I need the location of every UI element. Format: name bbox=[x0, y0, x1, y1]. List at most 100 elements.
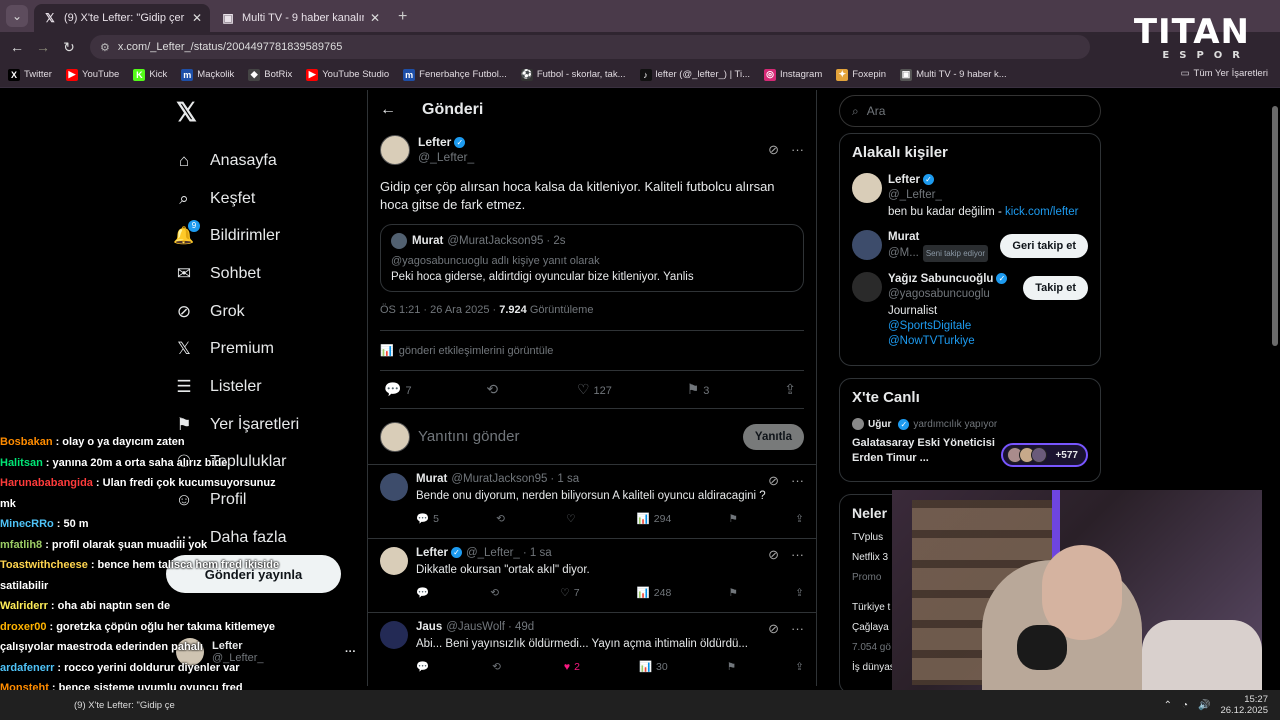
grok-icon[interactable]: ⊘ bbox=[768, 547, 779, 575]
quoted-post[interactable]: Murat @MuratJackson95 · 2s @yagosabuncuo… bbox=[380, 224, 804, 292]
reply-post[interactable]: Lefter ✓ @_Lefter_ · 1 sa ⊘ ··· Dikkatle okurs… bbox=[368, 539, 816, 613]
bookmark-item[interactable]: ▶ YouTube bbox=[65, 68, 119, 81]
repost-action[interactable]: ⟲ bbox=[490, 586, 503, 599]
bookmark-item[interactable]: ✦ Foxepin bbox=[836, 68, 886, 81]
tab-list-chevron-icon[interactable]: ⌄ bbox=[6, 5, 28, 27]
grok-icon[interactable]: ⊘ bbox=[768, 473, 779, 501]
more-dots-icon[interactable]: ··· bbox=[791, 621, 804, 649]
follow-button[interactable]: Geri takip et bbox=[1000, 234, 1088, 258]
browser-tab-active[interactable]: 𝕏 (9) X'te Lefter: "Gidip çer çöp al ✕ bbox=[34, 4, 210, 32]
nav-item-notifications[interactable]: 🔔 9 Bildirimler bbox=[170, 217, 360, 255]
repost-action[interactable]: ⟲ bbox=[486, 381, 502, 398]
repost-action[interactable]: ⟲ bbox=[496, 512, 509, 525]
follow-button[interactable]: Takip et bbox=[1023, 276, 1088, 300]
reply-author-name[interactable]: Jaus bbox=[416, 621, 442, 633]
related-person[interactable]: Lefter ✓ @_Lefter_ ben bu kadar değilim - k… bbox=[852, 173, 1088, 220]
all-bookmarks-folder[interactable]: ▭ Tüm Yer İşaretleri bbox=[1181, 68, 1268, 79]
bookmark-item[interactable]: ♪ lefter (@_lefter_) | Ti... bbox=[639, 68, 750, 81]
bookmark-item[interactable]: X Twitter bbox=[8, 68, 52, 81]
heart-action[interactable]: ♡ 7 bbox=[560, 586, 579, 599]
avatar[interactable] bbox=[380, 621, 408, 649]
share-action[interactable]: ⇪ bbox=[784, 381, 800, 398]
more-dots-icon[interactable]: ··· bbox=[791, 473, 804, 501]
reply-button[interactable]: Yanıtla bbox=[742, 423, 804, 450]
heart-action[interactable]: ♡ bbox=[566, 512, 579, 525]
search-input[interactable]: ⌕ Ara bbox=[839, 95, 1101, 127]
nav-item-grok[interactable]: ⊘ Grok bbox=[170, 293, 360, 331]
heart-action[interactable]: ♥ 2 bbox=[564, 660, 580, 673]
bookmark-action[interactable]: ⚑ bbox=[729, 512, 738, 525]
new-tab-plus-icon[interactable]: + bbox=[398, 8, 407, 26]
live-card[interactable]: X'te Canlı Uğur ✓ yardımcılık yapıyor Ga… bbox=[839, 378, 1101, 482]
bookmark-action[interactable]: ⚑ 3 bbox=[687, 381, 710, 398]
person-handle[interactable]: @yagosabuncuoglu bbox=[888, 288, 990, 300]
bookmark-action[interactable]: ⚑ bbox=[729, 586, 738, 599]
wifi-icon[interactable]: ◔ bbox=[1182, 700, 1188, 711]
avatar[interactable] bbox=[852, 272, 882, 302]
reply-author-name[interactable]: Lefter bbox=[416, 547, 448, 559]
person-handle[interactable]: @_Lefter_ bbox=[888, 189, 942, 201]
bookmark-item[interactable]: m Maçkolik bbox=[181, 68, 234, 81]
reply-author-handle[interactable]: @_Lefter_ bbox=[466, 547, 520, 559]
avatar[interactable] bbox=[852, 173, 882, 203]
avatar[interactable] bbox=[380, 547, 408, 575]
related-person[interactable]: Yağız Sabuncuoğlu ✓ @yagosabuncuoglu Journa… bbox=[852, 272, 1088, 349]
nav-item-lists[interactable]: ☰ Listeler bbox=[170, 368, 360, 406]
grok-icon[interactable]: ⊘ bbox=[768, 142, 779, 158]
share-action[interactable]: ⇪ bbox=[795, 660, 804, 673]
like-action[interactable]: ♡ 127 bbox=[577, 381, 612, 398]
person-handle[interactable]: @M... bbox=[888, 247, 919, 259]
close-tab-icon[interactable]: ✕ bbox=[370, 11, 380, 25]
nav-item-chat[interactable]: ✉ Sohbet bbox=[170, 255, 360, 293]
reply-action[interactable]: 💬 5 bbox=[416, 512, 439, 526]
more-dots-icon[interactable]: ··· bbox=[345, 646, 356, 658]
nav-item-home[interactable]: ⌂ Anasayfa bbox=[170, 142, 360, 180]
author-handle[interactable]: @_Lefter_ bbox=[418, 150, 474, 165]
url-bar[interactable]: ⚙ x.com/_Lefter_/status/2004497781839589… bbox=[90, 35, 1090, 59]
post-engagements-link[interactable]: 📊 gönderi etkileşimlerini görüntüle bbox=[380, 331, 804, 371]
site-info-icon[interactable]: ⚙ bbox=[100, 41, 110, 54]
views-action[interactable]: 📊 294 bbox=[637, 512, 672, 526]
clock[interactable]: 15:27 26.12.2025 bbox=[1220, 694, 1268, 716]
reply-author-handle[interactable]: @MuratJackson95 bbox=[451, 473, 547, 485]
close-tab-icon[interactable]: ✕ bbox=[192, 11, 202, 25]
person-name[interactable]: Lefter bbox=[888, 174, 920, 186]
bookmark-action[interactable]: ⚑ bbox=[727, 660, 736, 673]
avatar[interactable] bbox=[380, 473, 408, 501]
reply-author-handle[interactable]: @JausWolf bbox=[446, 621, 505, 633]
nav-item-explore[interactable]: ⌕ Keşfet bbox=[170, 180, 360, 218]
reply-action[interactable]: 💬 7 bbox=[384, 381, 412, 398]
person-name[interactable]: Murat bbox=[888, 231, 919, 243]
avatar[interactable] bbox=[852, 230, 882, 260]
bio-link[interactable]: kick.com/lefter bbox=[1005, 206, 1079, 218]
bookmark-item[interactable]: ⚽ Futbol - skorlar, tak... bbox=[520, 68, 626, 81]
back-arrow-icon[interactable]: ← bbox=[380, 101, 410, 119]
page-scrollbar[interactable] bbox=[1272, 92, 1278, 690]
person-name[interactable]: Yağız Sabuncuoğlu bbox=[888, 273, 993, 285]
grok-icon[interactable]: ⊘ bbox=[768, 621, 779, 649]
bookmark-item[interactable]: K Kick bbox=[133, 68, 167, 81]
post-timestamp[interactable]: ÖS 1:21 · 26 Ara 2025 · bbox=[380, 304, 496, 316]
author-name[interactable]: Lefter bbox=[418, 135, 451, 149]
views-action[interactable]: 📊 30 bbox=[639, 660, 668, 674]
reply-action[interactable]: 💬 bbox=[416, 586, 433, 599]
bookmark-item[interactable]: m Fenerbahçe Futbol... bbox=[403, 68, 507, 81]
bio-link[interactable]: @SportsDigitale @NowTVTurkiye bbox=[888, 320, 975, 347]
views-action[interactable]: 📊 248 bbox=[637, 586, 672, 600]
x-logo-icon[interactable]: 𝕏 bbox=[176, 92, 360, 132]
reply-author-name[interactable]: Murat bbox=[416, 473, 447, 485]
bookmark-item[interactable]: ◎ Instagram bbox=[764, 68, 822, 81]
reply-post[interactable]: Jaus @JausWolf · 49d ⊘ ··· Abi... Beni yayıns… bbox=[368, 613, 816, 686]
share-action[interactable]: ⇪ bbox=[795, 586, 804, 599]
bookmark-item[interactable]: ▶ YouTube Studio bbox=[306, 68, 389, 81]
browser-tab[interactable]: ▣ Multi TV - 9 haber kanalını aynı ✕ bbox=[212, 4, 388, 32]
chevron-up-icon[interactable]: ⌃ bbox=[1164, 700, 1172, 711]
volume-icon[interactable]: 🔊 bbox=[1198, 700, 1210, 711]
back-arrow-icon[interactable]: ← bbox=[4, 39, 30, 55]
nav-item-premium[interactable]: 𝕏 Premium bbox=[170, 330, 360, 368]
taskbar-window[interactable]: (9) X'te Lefter: "Gidip çe bbox=[74, 700, 175, 711]
reload-icon[interactable]: ↻ bbox=[56, 39, 82, 56]
avatar[interactable] bbox=[380, 135, 410, 165]
bookmark-item[interactable]: ◆ BotRix bbox=[248, 68, 292, 81]
reply-post[interactable]: Murat @MuratJackson95 · 1 sa ⊘ ··· Bende onu … bbox=[368, 465, 816, 539]
